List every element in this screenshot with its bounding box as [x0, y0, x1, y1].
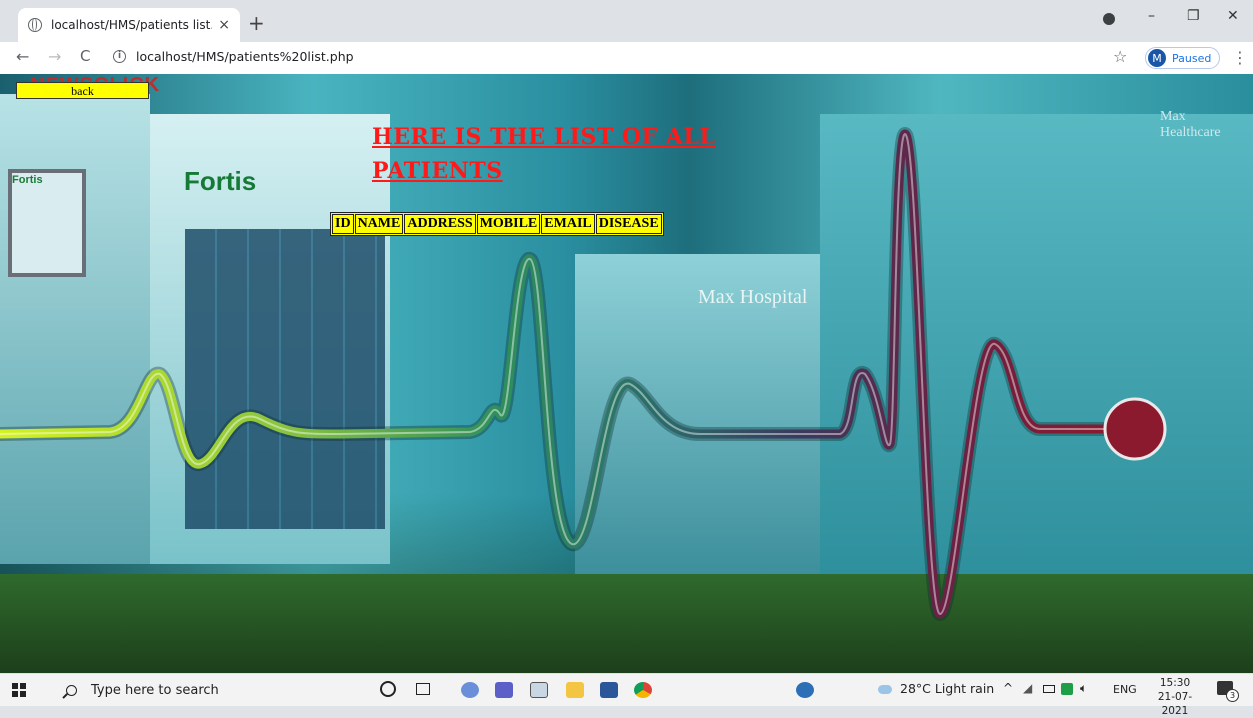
battery-icon[interactable] [1043, 685, 1055, 693]
column-header-disease: DISEASE [595, 214, 662, 234]
clock[interactable]: 15:30 21-07-2021 [1148, 676, 1202, 718]
word-icon[interactable] [600, 682, 618, 698]
globe-icon [28, 18, 42, 32]
column-header-id: ID [332, 214, 354, 234]
weather-text[interactable]: 28°C Light rain [900, 681, 994, 696]
url-field[interactable]: localhost/HMS/patients%20list.php [136, 49, 354, 64]
profile-indicator-icon[interactable] [1103, 13, 1115, 25]
file-explorer-icon[interactable] [566, 682, 584, 698]
new-tab-button[interactable]: + [248, 11, 265, 35]
show-hidden-icons-chevron-icon[interactable]: ^ [1003, 681, 1013, 695]
search-placeholder: Type here to search [91, 682, 219, 698]
taskbar-search[interactable]: Type here to search [48, 674, 358, 706]
network-icon[interactable]: ◢ [1023, 681, 1032, 695]
notification-count-badge: 3 [1226, 689, 1239, 702]
language-indicator[interactable]: ENG [1113, 683, 1137, 696]
cortana-icon[interactable] [380, 681, 396, 697]
clock-date: 21-07-2021 [1157, 691, 1193, 717]
reload-icon[interactable]: C [80, 47, 90, 65]
column-header-address: ADDRESS [404, 214, 476, 234]
profile-status: Paused [1172, 51, 1212, 65]
search-icon [66, 684, 77, 696]
weather-icon [878, 685, 892, 694]
restore-button[interactable]: ❐ [1187, 8, 1200, 24]
windows-start-icon[interactable] [12, 683, 26, 697]
patients-table: ID NAME ADDRESS MOBILE EMAIL DISEASE [330, 212, 664, 236]
close-window-button[interactable]: ✕ [1227, 8, 1239, 24]
browser-tab-bar: localhost/HMS/patients list.php × + – ❐ … [0, 0, 1253, 42]
app-r-icon[interactable] [461, 682, 479, 698]
browser-menu-icon[interactable]: ⋮ [1232, 48, 1248, 67]
profile-button[interactable]: M Paused [1145, 47, 1221, 69]
page-content: Fortis Fortis Max Hospital Max Healthcar… [0, 74, 1253, 673]
minimize-button[interactable]: – [1148, 8, 1155, 24]
avatar: M [1148, 49, 1166, 67]
column-header-mobile: MOBILE [476, 214, 541, 234]
help-icon[interactable] [796, 682, 814, 698]
back-button[interactable]: back [16, 82, 149, 99]
tray-app-icon[interactable] [1061, 683, 1073, 695]
clock-time: 15:30 [1159, 677, 1191, 689]
tab-close-icon[interactable]: × [218, 17, 230, 33]
bookmark-star-icon[interactable]: ☆ [1113, 47, 1127, 66]
task-view-icon[interactable] [416, 683, 430, 695]
site-info-icon[interactable]: i [113, 50, 126, 63]
page-title: HERE IS THE LIST OF ALL PATIENTS [372, 124, 716, 184]
forward-arrow-icon[interactable]: → [48, 47, 61, 66]
address-bar: ← → C i localhost/HMS/patients%20list.ph… [0, 42, 1253, 75]
volume-icon[interactable]: 🔈︎ [1080, 681, 1087, 696]
back-arrow-icon[interactable]: ← [16, 47, 29, 66]
chrome-icon[interactable] [634, 682, 652, 698]
browser-tab[interactable]: localhost/HMS/patients list.php × [18, 8, 240, 42]
tab-title: localhost/HMS/patients list.php [51, 18, 212, 32]
app-window-icon[interactable] [530, 682, 548, 698]
column-header-name: NAME [354, 214, 404, 234]
table-header-row: ID NAME ADDRESS MOBILE EMAIL DISEASE [332, 214, 662, 234]
column-header-email: EMAIL [541, 214, 595, 234]
windows-taskbar: Type here to search 28°C Light rain ^ ◢ … [0, 673, 1253, 717]
teams-icon[interactable] [495, 682, 513, 698]
